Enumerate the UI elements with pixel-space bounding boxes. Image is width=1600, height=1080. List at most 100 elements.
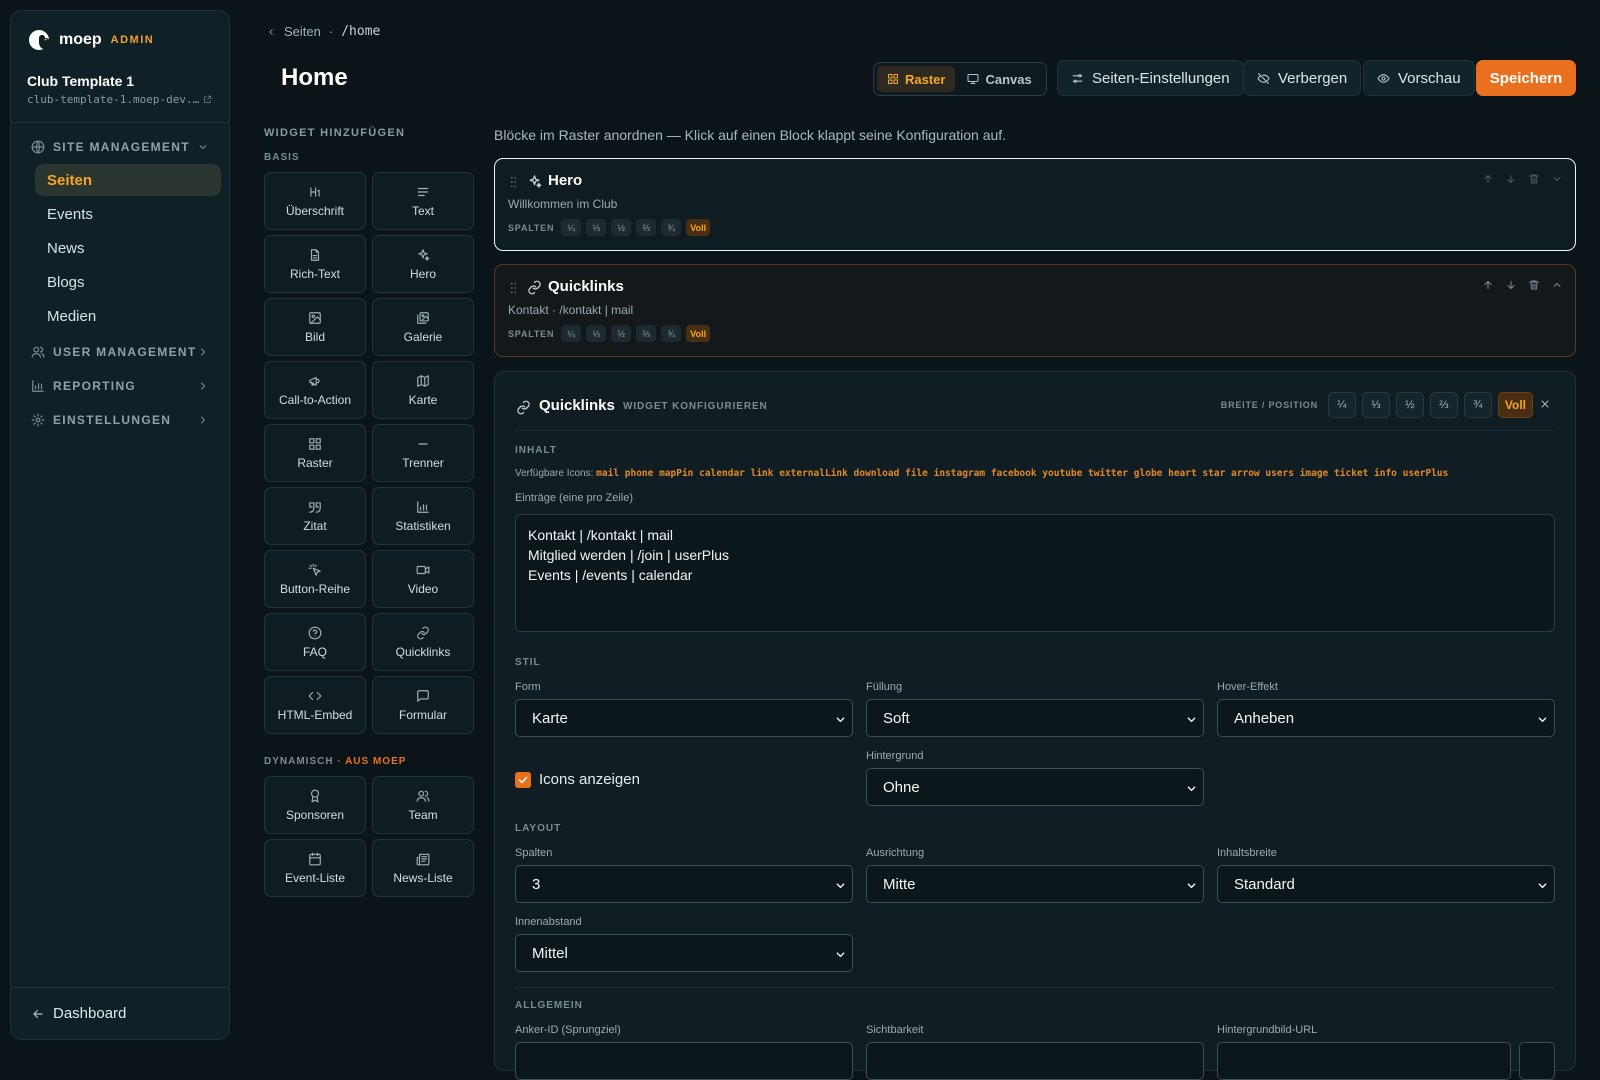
col-chip[interactable]: ½ bbox=[611, 219, 632, 236]
col-chip[interactable]: ⅓ bbox=[586, 219, 607, 236]
widget-tile-sponsoren[interactable]: Sponsoren bbox=[264, 776, 366, 834]
drag-handle-icon[interactable] bbox=[509, 176, 518, 188]
arrow-up-icon[interactable] bbox=[1482, 173, 1494, 185]
width-option[interactable]: ⅓ bbox=[1361, 392, 1390, 418]
width-option-selected[interactable]: Voll bbox=[1497, 392, 1533, 418]
widget-tile-überschrift[interactable]: Überschrift bbox=[264, 172, 366, 230]
widget-tile-formular[interactable]: Formular bbox=[372, 676, 474, 734]
widget-tile-label: Zitat bbox=[303, 518, 327, 533]
widget-tile-rich-text[interactable]: Rich-Text bbox=[264, 235, 366, 293]
widget-tile-zitat[interactable]: Zitat bbox=[264, 487, 366, 545]
content-width-select[interactable]: Standard bbox=[1217, 865, 1555, 903]
bg-url-input[interactable] bbox=[1217, 1042, 1511, 1080]
sidebar-section-user-management[interactable]: USER MANAGEMENT bbox=[31, 342, 209, 362]
entries-textarea[interactable]: Kontakt | /kontakt | mail Mitglied werde… bbox=[515, 514, 1555, 632]
sidebar-item-news[interactable]: News bbox=[35, 232, 221, 264]
hover-select[interactable]: Anheben bbox=[1217, 699, 1555, 737]
save-button[interactable]: Speichern bbox=[1476, 60, 1576, 96]
help-circle-icon bbox=[308, 626, 322, 640]
col-chip-selected[interactable]: Voll bbox=[686, 325, 711, 342]
toggle-canvas[interactable]: Canvas bbox=[957, 66, 1041, 92]
form-select[interactable]: Karte bbox=[515, 699, 853, 737]
padding-select[interactable]: Mittel bbox=[515, 934, 853, 972]
widget-tile-html-embed[interactable]: HTML-Embed bbox=[264, 676, 366, 734]
widget-tile-faq[interactable]: FAQ bbox=[264, 613, 366, 671]
columns-select[interactable]: 3 bbox=[515, 865, 853, 903]
block-hero[interactable]: Hero Willkommen im Club SPALTEN ¼ ⅓ ½ ⅔ … bbox=[494, 158, 1576, 251]
chevron-left-icon[interactable] bbox=[266, 27, 276, 37]
arrow-up-icon[interactable] bbox=[1482, 279, 1494, 291]
drag-handle-icon[interactable] bbox=[509, 282, 518, 294]
widget-tile-karte[interactable]: Karte bbox=[372, 361, 474, 419]
width-position-selector: BREITE / POSITION ¼ ⅓ ½ ⅔ ¾ Voll bbox=[1221, 392, 1533, 418]
hide-button[interactable]: Verbergen bbox=[1243, 60, 1362, 96]
widget-tile-statistiken[interactable]: Statistiken bbox=[372, 487, 474, 545]
sidebar-item-seiten[interactable]: Seiten bbox=[35, 164, 221, 196]
col-chip[interactable]: ¾ bbox=[661, 325, 682, 342]
alignment-select[interactable]: Mitte bbox=[866, 865, 1204, 903]
col-chip[interactable]: ¼ bbox=[561, 219, 582, 236]
col-chip[interactable]: ¼ bbox=[561, 325, 582, 342]
widget-tile-button-reihe[interactable]: Button-Reihe bbox=[264, 550, 366, 608]
width-option[interactable]: ¼ bbox=[1327, 392, 1356, 418]
preview-button[interactable]: Vorschau bbox=[1363, 60, 1475, 96]
fill-select[interactable]: Soft bbox=[866, 699, 1204, 737]
sidebar-section-reporting[interactable]: REPORTING bbox=[31, 376, 209, 396]
video-icon bbox=[416, 563, 430, 577]
checkbox-box[interactable] bbox=[515, 771, 531, 788]
anchor-input[interactable] bbox=[515, 1042, 853, 1080]
page-settings-button[interactable]: Seiten-Einstellungen bbox=[1057, 60, 1244, 96]
section-label: SITE MANAGEMENT bbox=[53, 140, 190, 154]
close-icon[interactable] bbox=[1539, 398, 1551, 410]
club-url[interactable]: club-template-1.moep-dev.… bbox=[27, 93, 212, 106]
block-quicklinks[interactable]: Quicklinks Kontakt · /kontakt | mail SPA… bbox=[494, 264, 1576, 357]
select-value: Karte bbox=[532, 709, 568, 727]
breadcrumb-back[interactable]: Seiten bbox=[284, 24, 321, 39]
widget-tile-bild[interactable]: Bild bbox=[264, 298, 366, 356]
chevron-up-icon[interactable] bbox=[1551, 279, 1563, 291]
width-option[interactable]: ⅔ bbox=[1429, 392, 1458, 418]
external-link-icon[interactable] bbox=[203, 95, 212, 104]
sidebar-section-site-management[interactable]: SITE MANAGEMENT bbox=[31, 137, 209, 157]
logo[interactable]: moep ADMIN bbox=[27, 28, 154, 52]
trash-icon[interactable] bbox=[1528, 279, 1540, 291]
widget-tile-quicklinks[interactable]: Quicklinks bbox=[372, 613, 474, 671]
visibility-select[interactable] bbox=[866, 1042, 1204, 1080]
toggle-raster[interactable]: Raster bbox=[877, 66, 956, 92]
sparkles-icon bbox=[416, 248, 430, 262]
col-chip-selected[interactable]: Voll bbox=[686, 219, 711, 236]
arrow-down-icon[interactable] bbox=[1505, 173, 1517, 185]
col-chip[interactable]: ½ bbox=[611, 325, 632, 342]
sidebar-item-medien[interactable]: Medien bbox=[35, 300, 221, 332]
col-chip[interactable]: ⅔ bbox=[636, 219, 657, 236]
widget-tile-galerie[interactable]: Galerie bbox=[372, 298, 474, 356]
show-icons-checkbox[interactable]: Icons anzeigen bbox=[515, 771, 640, 788]
widget-tile-text[interactable]: Text bbox=[372, 172, 474, 230]
widget-tile-call-to-action[interactable]: Call-to-Action bbox=[264, 361, 366, 419]
background-select[interactable]: Ohne bbox=[866, 768, 1204, 806]
section-label: USER MANAGEMENT bbox=[53, 345, 197, 359]
width-option[interactable]: ½ bbox=[1395, 392, 1424, 418]
width-option[interactable]: ¾ bbox=[1463, 392, 1492, 418]
sidebar-item-blogs[interactable]: Blogs bbox=[35, 266, 221, 298]
col-chip[interactable]: ¾ bbox=[661, 219, 682, 236]
sidebar-item-events[interactable]: Events bbox=[35, 198, 221, 230]
icons-list: mail phone mapPin calendar link external… bbox=[596, 468, 1449, 479]
widget-tile-event-liste[interactable]: Event-Liste bbox=[264, 839, 366, 897]
widget-tile-trenner[interactable]: Trenner bbox=[372, 424, 474, 482]
chevron-right-icon bbox=[197, 380, 209, 392]
trash-icon[interactable] bbox=[1528, 173, 1540, 185]
sidebar-section-einstellungen[interactable]: EINSTELLUNGEN bbox=[31, 410, 209, 430]
arrow-down-icon[interactable] bbox=[1505, 279, 1517, 291]
alignment-label: Ausrichtung bbox=[866, 847, 925, 859]
bg-url-picker-button[interactable] bbox=[1519, 1042, 1555, 1080]
col-chip[interactable]: ⅔ bbox=[636, 325, 657, 342]
widget-tile-news-liste[interactable]: News-Liste bbox=[372, 839, 474, 897]
widget-tile-team[interactable]: Team bbox=[372, 776, 474, 834]
widget-tile-hero[interactable]: Hero bbox=[372, 235, 474, 293]
dashboard-link[interactable]: Dashboard bbox=[31, 1005, 126, 1022]
widget-tile-raster[interactable]: Raster bbox=[264, 424, 366, 482]
col-chip[interactable]: ⅓ bbox=[586, 325, 607, 342]
chevron-down-icon[interactable] bbox=[1551, 173, 1563, 185]
widget-tile-video[interactable]: Video bbox=[372, 550, 474, 608]
